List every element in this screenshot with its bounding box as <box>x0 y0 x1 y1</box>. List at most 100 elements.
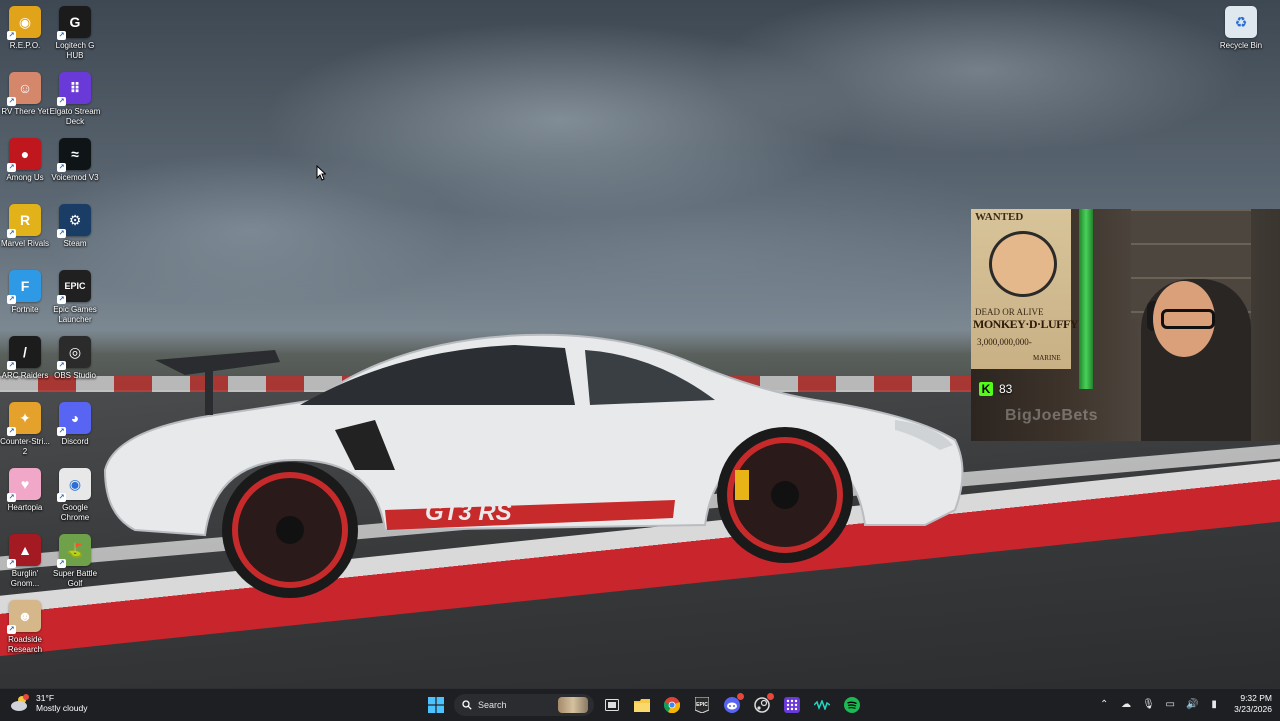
taskbar-apps: Search EPIC <box>424 693 864 717</box>
desktop-shortcut-label: Counter-Stri... 2 <box>0 437 50 456</box>
shortcut-arrow-icon: ↗ <box>7 559 16 568</box>
voicemod-icon: ≈ ↗ <box>57 138 91 172</box>
poster-face <box>989 231 1057 297</box>
desktop-shortcut[interactable]: ✦ ↗ Counter-Stri... 2 <box>0 402 50 457</box>
cloud-sync-icon[interactable]: ☁ <box>1120 699 1132 710</box>
desktop-shortcut[interactable]: ♥ ↗ Heartopia <box>0 468 50 513</box>
desktop-shortcut-label: Among Us <box>6 173 44 182</box>
shortcut-arrow-icon: ↗ <box>57 163 66 172</box>
desktop-shortcut[interactable]: ☻ ↗ Roadside Research <box>0 600 50 655</box>
repo-game-icon: ◉ ↗ <box>7 6 41 40</box>
desktop-shortcut-label: Steam <box>63 239 87 248</box>
file-explorer-button[interactable] <box>630 693 654 717</box>
voicemod-taskbar-button[interactable] <box>810 693 834 717</box>
clock-date: 3/23/2026 <box>1234 704 1272 714</box>
poster-wanted-text: WANTED <box>975 211 1024 223</box>
epic-games-taskbar-button[interactable]: EPIC <box>690 693 714 717</box>
stream-deck-taskbar-button[interactable] <box>780 693 804 717</box>
shortcut-arrow-icon: ↗ <box>57 229 66 238</box>
voicemod-icon <box>814 700 830 710</box>
desktop-shortcut-label: OBS Studio <box>54 371 96 380</box>
discord-taskbar-button[interactable] <box>720 693 744 717</box>
svg-text:EPIC: EPIC <box>696 702 708 708</box>
desktop-shortcut[interactable]: F ↗ Fortnite <box>0 270 50 315</box>
shortcut-arrow-icon: ↗ <box>7 625 16 634</box>
super-battle-golf-icon: ⛳ ↗ <box>57 534 91 568</box>
desktop-shortcut-label: Fortnite <box>11 305 39 314</box>
desktop-shortcut[interactable]: ● ↗ Among Us <box>0 138 50 183</box>
weather-widget[interactable]: 31°F Mostly cloudy <box>10 693 88 713</box>
shortcut-arrow-icon: ↗ <box>7 361 16 370</box>
desktop-shortcut[interactable]: EPIC ↗ Epic Games Launcher <box>50 270 100 325</box>
desktop-shortcut-label: Heartopia <box>7 503 43 512</box>
spotify-taskbar-button[interactable] <box>840 693 864 717</box>
kick-icon: K <box>979 382 993 396</box>
discord-icon: ◕ ↗ <box>57 402 91 436</box>
rv-there-yet-icon: ☺ ↗ <box>7 72 41 106</box>
shortcut-arrow-icon: ↗ <box>57 97 66 106</box>
google-chrome-icon <box>664 697 680 713</box>
shortcut-arrow-icon: ↗ <box>57 427 66 436</box>
taskbar-search[interactable]: Search <box>454 694 594 716</box>
chevron-up-icon[interactable]: ⌃ <box>1098 699 1110 710</box>
display-icon[interactable]: ▭ <box>1164 699 1176 710</box>
viewer-count: 83 <box>999 382 1013 396</box>
volume-icon[interactable]: 🔊 <box>1186 699 1198 710</box>
desktop-shortcut[interactable]: ◉ ↗ R.E.P.O. <box>0 6 50 51</box>
cloudy-weather-icon <box>11 694 29 711</box>
task-view-icon <box>605 699 619 711</box>
recycle-bin-icon: ♻ <box>1225 6 1257 38</box>
car-badge-text: GT3 RS <box>425 499 512 526</box>
webcam-overlay: WANTED DEAD OR ALIVE MONKEY·D·LUFFY 3,00… <box>971 209 1280 441</box>
desktop-shortcut[interactable]: ≈ ↗ Voicemod V3 <box>50 138 100 183</box>
desktop-shortcut-label: ARC Raiders <box>1 371 49 380</box>
burglin-gnomes-icon: ▲ ↗ <box>7 534 41 568</box>
start-button[interactable] <box>424 693 448 717</box>
shortcut-arrow-icon: ↗ <box>57 361 66 370</box>
shortcut-arrow-icon: ↗ <box>7 493 16 502</box>
desktop-shortcut[interactable]: ☺ ↗ RV There Yet <box>0 72 50 117</box>
notification-badge <box>767 693 774 700</box>
desktop-shortcut-label: Discord <box>61 437 89 446</box>
desktop-shortcut-label: Elgato Stream Deck <box>49 107 101 126</box>
desktop-shortcut[interactable]: ⠿ ↗ Elgato Stream Deck <box>50 72 100 127</box>
roadside-research-icon: ☻ ↗ <box>7 600 41 634</box>
steam-taskbar-button[interactable] <box>750 693 774 717</box>
green-led-light <box>1079 209 1093 389</box>
poster-bounty-text: 3,000,000,000- <box>977 337 1032 347</box>
wanted-poster: WANTED DEAD OR ALIVE MONKEY·D·LUFFY 3,00… <box>971 209 1079 369</box>
battery-icon[interactable]: ▮ <box>1208 699 1220 710</box>
search-placeholder: Search <box>478 700 507 710</box>
taskbar-clock[interactable]: 9:32 PM 3/23/2026 <box>1234 693 1272 715</box>
glasses <box>1161 309 1215 329</box>
desktop-shortcut[interactable]: ◉ ↗ Google Chrome <box>50 468 100 523</box>
kick-viewer-badge: K 83 <box>979 382 1012 396</box>
desktop-shortcut[interactable]: ⚙ ↗ Steam <box>50 204 100 249</box>
desktop-shortcut[interactable]: ⛳ ↗ Super Battle Golf <box>50 534 100 589</box>
shortcut-arrow-icon: ↗ <box>7 229 16 238</box>
poster-marine-text: MARINE <box>1033 354 1061 362</box>
chrome-taskbar-button[interactable] <box>660 693 684 717</box>
desktop-shortcut-label: Burglin' Gnom... <box>10 569 40 588</box>
desktop-shortcut[interactable]: / ↗ ARC Raiders <box>0 336 50 381</box>
desktop-shortcut[interactable]: ◕ ↗ Discord <box>50 402 100 447</box>
desktop-shortcut[interactable]: ♻ Recycle Bin <box>1216 6 1266 51</box>
desktop-shortcut[interactable]: ◎ ↗ OBS Studio <box>50 336 100 381</box>
folder-icon <box>634 698 650 712</box>
microphone-icon[interactable]: 🎙 <box>1142 699 1155 710</box>
google-chrome-icon: ◉ ↗ <box>57 468 91 502</box>
desktop-shortcut[interactable]: R ↗ Marvel Rivals <box>0 204 50 249</box>
elgato-stream-deck-icon: ⠿ ↗ <box>57 72 91 106</box>
arc-raiders-icon: / ↗ <box>7 336 41 370</box>
desktop-shortcut-label: Marvel Rivals <box>0 239 49 248</box>
task-view-button[interactable] <box>600 693 624 717</box>
desktop-shortcut[interactable]: ▲ ↗ Burglin' Gnom... <box>0 534 50 589</box>
logitech-g-hub-icon: G ↗ <box>57 6 91 40</box>
shortcut-arrow-icon: ↗ <box>7 427 16 436</box>
shortcut-arrow-icon: ↗ <box>57 31 66 40</box>
clock-time: 9:32 PM <box>1240 693 1272 703</box>
desktop-shortcut-label: Google Chrome <box>60 503 90 522</box>
desktop-shortcut[interactable]: G ↗ Logitech G HUB <box>50 6 100 61</box>
desktop-shortcut-label: Logitech G HUB <box>55 41 95 60</box>
shortcut-arrow-icon: ↗ <box>7 97 16 106</box>
